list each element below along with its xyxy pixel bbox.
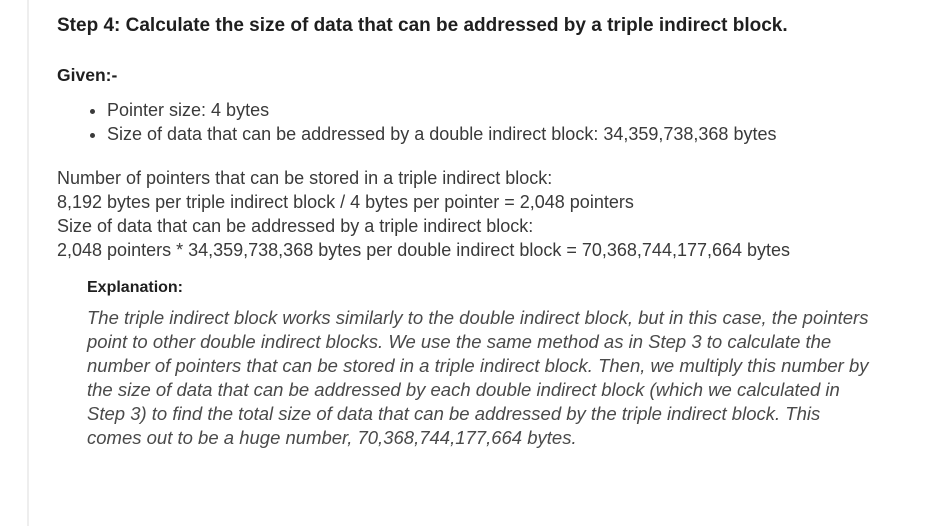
calc-line: 8,192 bytes per triple indirect block / … — [57, 192, 634, 212]
explanation-section: Explanation: The triple indirect block w… — [87, 276, 917, 450]
given-list: Pointer size: 4 bytes Size of data that … — [57, 98, 917, 146]
calc-line: Size of data that can be addressed by a … — [57, 216, 534, 236]
given-item-double-indirect-size: Size of data that can be addressed by a … — [107, 122, 917, 146]
solution-step: Step 4: Calculate the size of data that … — [57, 12, 917, 450]
calculation-block: Number of pointers that can be stored in… — [57, 166, 917, 262]
left-border-rule — [27, 0, 29, 526]
calc-line: Number of pointers that can be stored in… — [57, 168, 553, 188]
given-item-pointer-size: Pointer size: 4 bytes — [107, 98, 917, 122]
calc-line: 2,048 pointers * 34,359,738,368 bytes pe… — [57, 240, 791, 260]
given-label: Given:- — [57, 65, 118, 85]
explanation-label: Explanation: — [87, 279, 184, 296]
step-title: Step 4: Calculate the size of data that … — [57, 15, 788, 36]
explanation-text: The triple indirect block works similarl… — [87, 307, 869, 448]
